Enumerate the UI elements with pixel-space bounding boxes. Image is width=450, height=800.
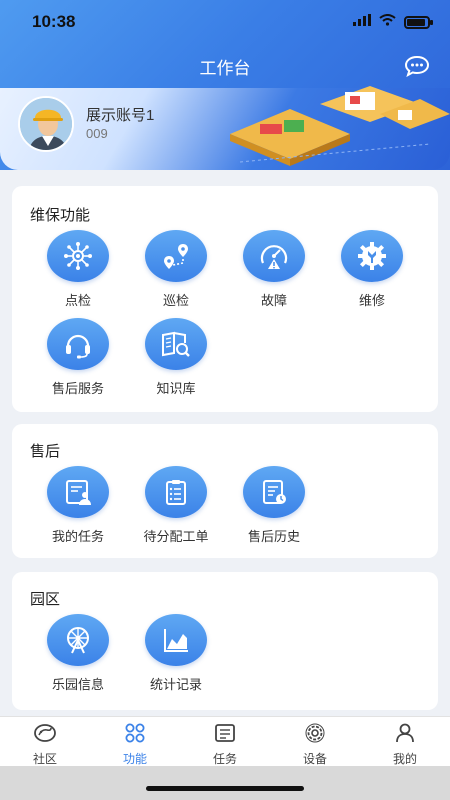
section-title: 售后 bbox=[30, 443, 61, 460]
task-list-icon bbox=[215, 724, 235, 742]
tab-community[interactable]: 社区 bbox=[0, 717, 90, 766]
avatar[interactable] bbox=[18, 96, 74, 152]
grid-icon bbox=[125, 723, 145, 743]
function-label: 维修 bbox=[358, 293, 385, 308]
function-spot-check[interactable]: 点检 bbox=[37, 230, 119, 309]
book-search-icon bbox=[162, 331, 190, 357]
page-title: 工作台 bbox=[199, 59, 251, 78]
function-label: 我的任务 bbox=[51, 529, 104, 544]
bottom-tab-bar: 社区 功能 任务 设备 我的 bbox=[0, 716, 450, 766]
tab-label: 功能 bbox=[122, 752, 147, 766]
section-title: 维保功能 bbox=[30, 207, 91, 224]
function-label: 售后服务 bbox=[51, 381, 104, 396]
tab-label: 任务 bbox=[212, 752, 237, 766]
clipboard-list-icon bbox=[166, 480, 186, 505]
community-icon bbox=[34, 724, 56, 742]
function-label: 统计记录 bbox=[149, 677, 202, 692]
function-pending-orders[interactable]: 待分配工单 bbox=[135, 466, 217, 545]
signal-icon bbox=[353, 13, 371, 31]
account-name: 展示账号1 bbox=[86, 107, 155, 124]
function-after-sales-history[interactable]: 售后历史 bbox=[233, 466, 315, 545]
function-fault[interactable]: 故障 bbox=[233, 230, 315, 309]
section-title: 园区 bbox=[30, 591, 61, 608]
ferris-wheel-icon bbox=[67, 627, 89, 654]
function-after-sales-service[interactable]: 售后服务 bbox=[37, 318, 119, 397]
tab-label: 我的 bbox=[392, 752, 417, 766]
status-bar: 10:38 bbox=[0, 0, 450, 44]
wifi-icon bbox=[379, 13, 396, 31]
function-label: 故障 bbox=[260, 293, 287, 308]
home-indicator[interactable] bbox=[146, 786, 304, 791]
maintenance-card: 维保功能 点检 巡检 故障 维修 售后服务 知识库 bbox=[12, 186, 438, 412]
function-statistics[interactable]: 统计记录 bbox=[135, 614, 217, 693]
function-knowledge-base[interactable]: 知识库 bbox=[135, 318, 217, 397]
function-patrol[interactable]: 巡检 bbox=[135, 230, 217, 309]
tab-mine[interactable]: 我的 bbox=[360, 717, 450, 766]
function-my-tasks[interactable]: 我的任务 bbox=[37, 466, 119, 545]
chat-bubble-icon bbox=[404, 55, 430, 78]
function-label: 巡检 bbox=[162, 293, 189, 308]
home-indicator-area bbox=[0, 766, 450, 800]
function-repair[interactable]: 维修 bbox=[331, 230, 413, 309]
gauge-warning-icon bbox=[260, 245, 288, 269]
inspection-network-icon bbox=[64, 242, 92, 270]
tab-tasks[interactable]: 任务 bbox=[180, 717, 270, 766]
tab-label: 社区 bbox=[32, 752, 57, 766]
document-clock-icon bbox=[263, 480, 286, 504]
gear-wrench-icon bbox=[358, 242, 386, 270]
isometric-illustration bbox=[230, 86, 450, 166]
tab-functions[interactable]: 功能 bbox=[90, 717, 180, 766]
route-pin-icon bbox=[164, 244, 188, 269]
function-park-info[interactable]: 乐园信息 bbox=[37, 614, 119, 693]
account-id: 009 bbox=[86, 126, 108, 141]
tab-label: 设备 bbox=[302, 752, 327, 766]
park-card: 园区 乐园信息 统计记录 bbox=[12, 572, 438, 710]
after-sales-card: 售后 我的任务 待分配工单 售后历史 bbox=[12, 424, 438, 558]
tab-devices[interactable]: 设备 bbox=[270, 717, 360, 766]
chart-area-icon bbox=[164, 629, 188, 652]
status-time: 10:38 bbox=[32, 12, 76, 31]
headset-icon bbox=[66, 334, 90, 359]
task-person-icon bbox=[66, 480, 91, 505]
battery-icon bbox=[404, 15, 433, 29]
function-label: 知识库 bbox=[156, 381, 196, 396]
function-label: 乐园信息 bbox=[51, 677, 104, 692]
function-label: 售后历史 bbox=[247, 529, 300, 544]
function-label: 待分配工单 bbox=[143, 529, 209, 544]
device-gear-icon bbox=[305, 723, 325, 743]
status-icons bbox=[353, 13, 433, 31]
function-label: 点检 bbox=[64, 293, 91, 308]
person-icon bbox=[396, 723, 414, 743]
message-button[interactable] bbox=[404, 55, 430, 78]
